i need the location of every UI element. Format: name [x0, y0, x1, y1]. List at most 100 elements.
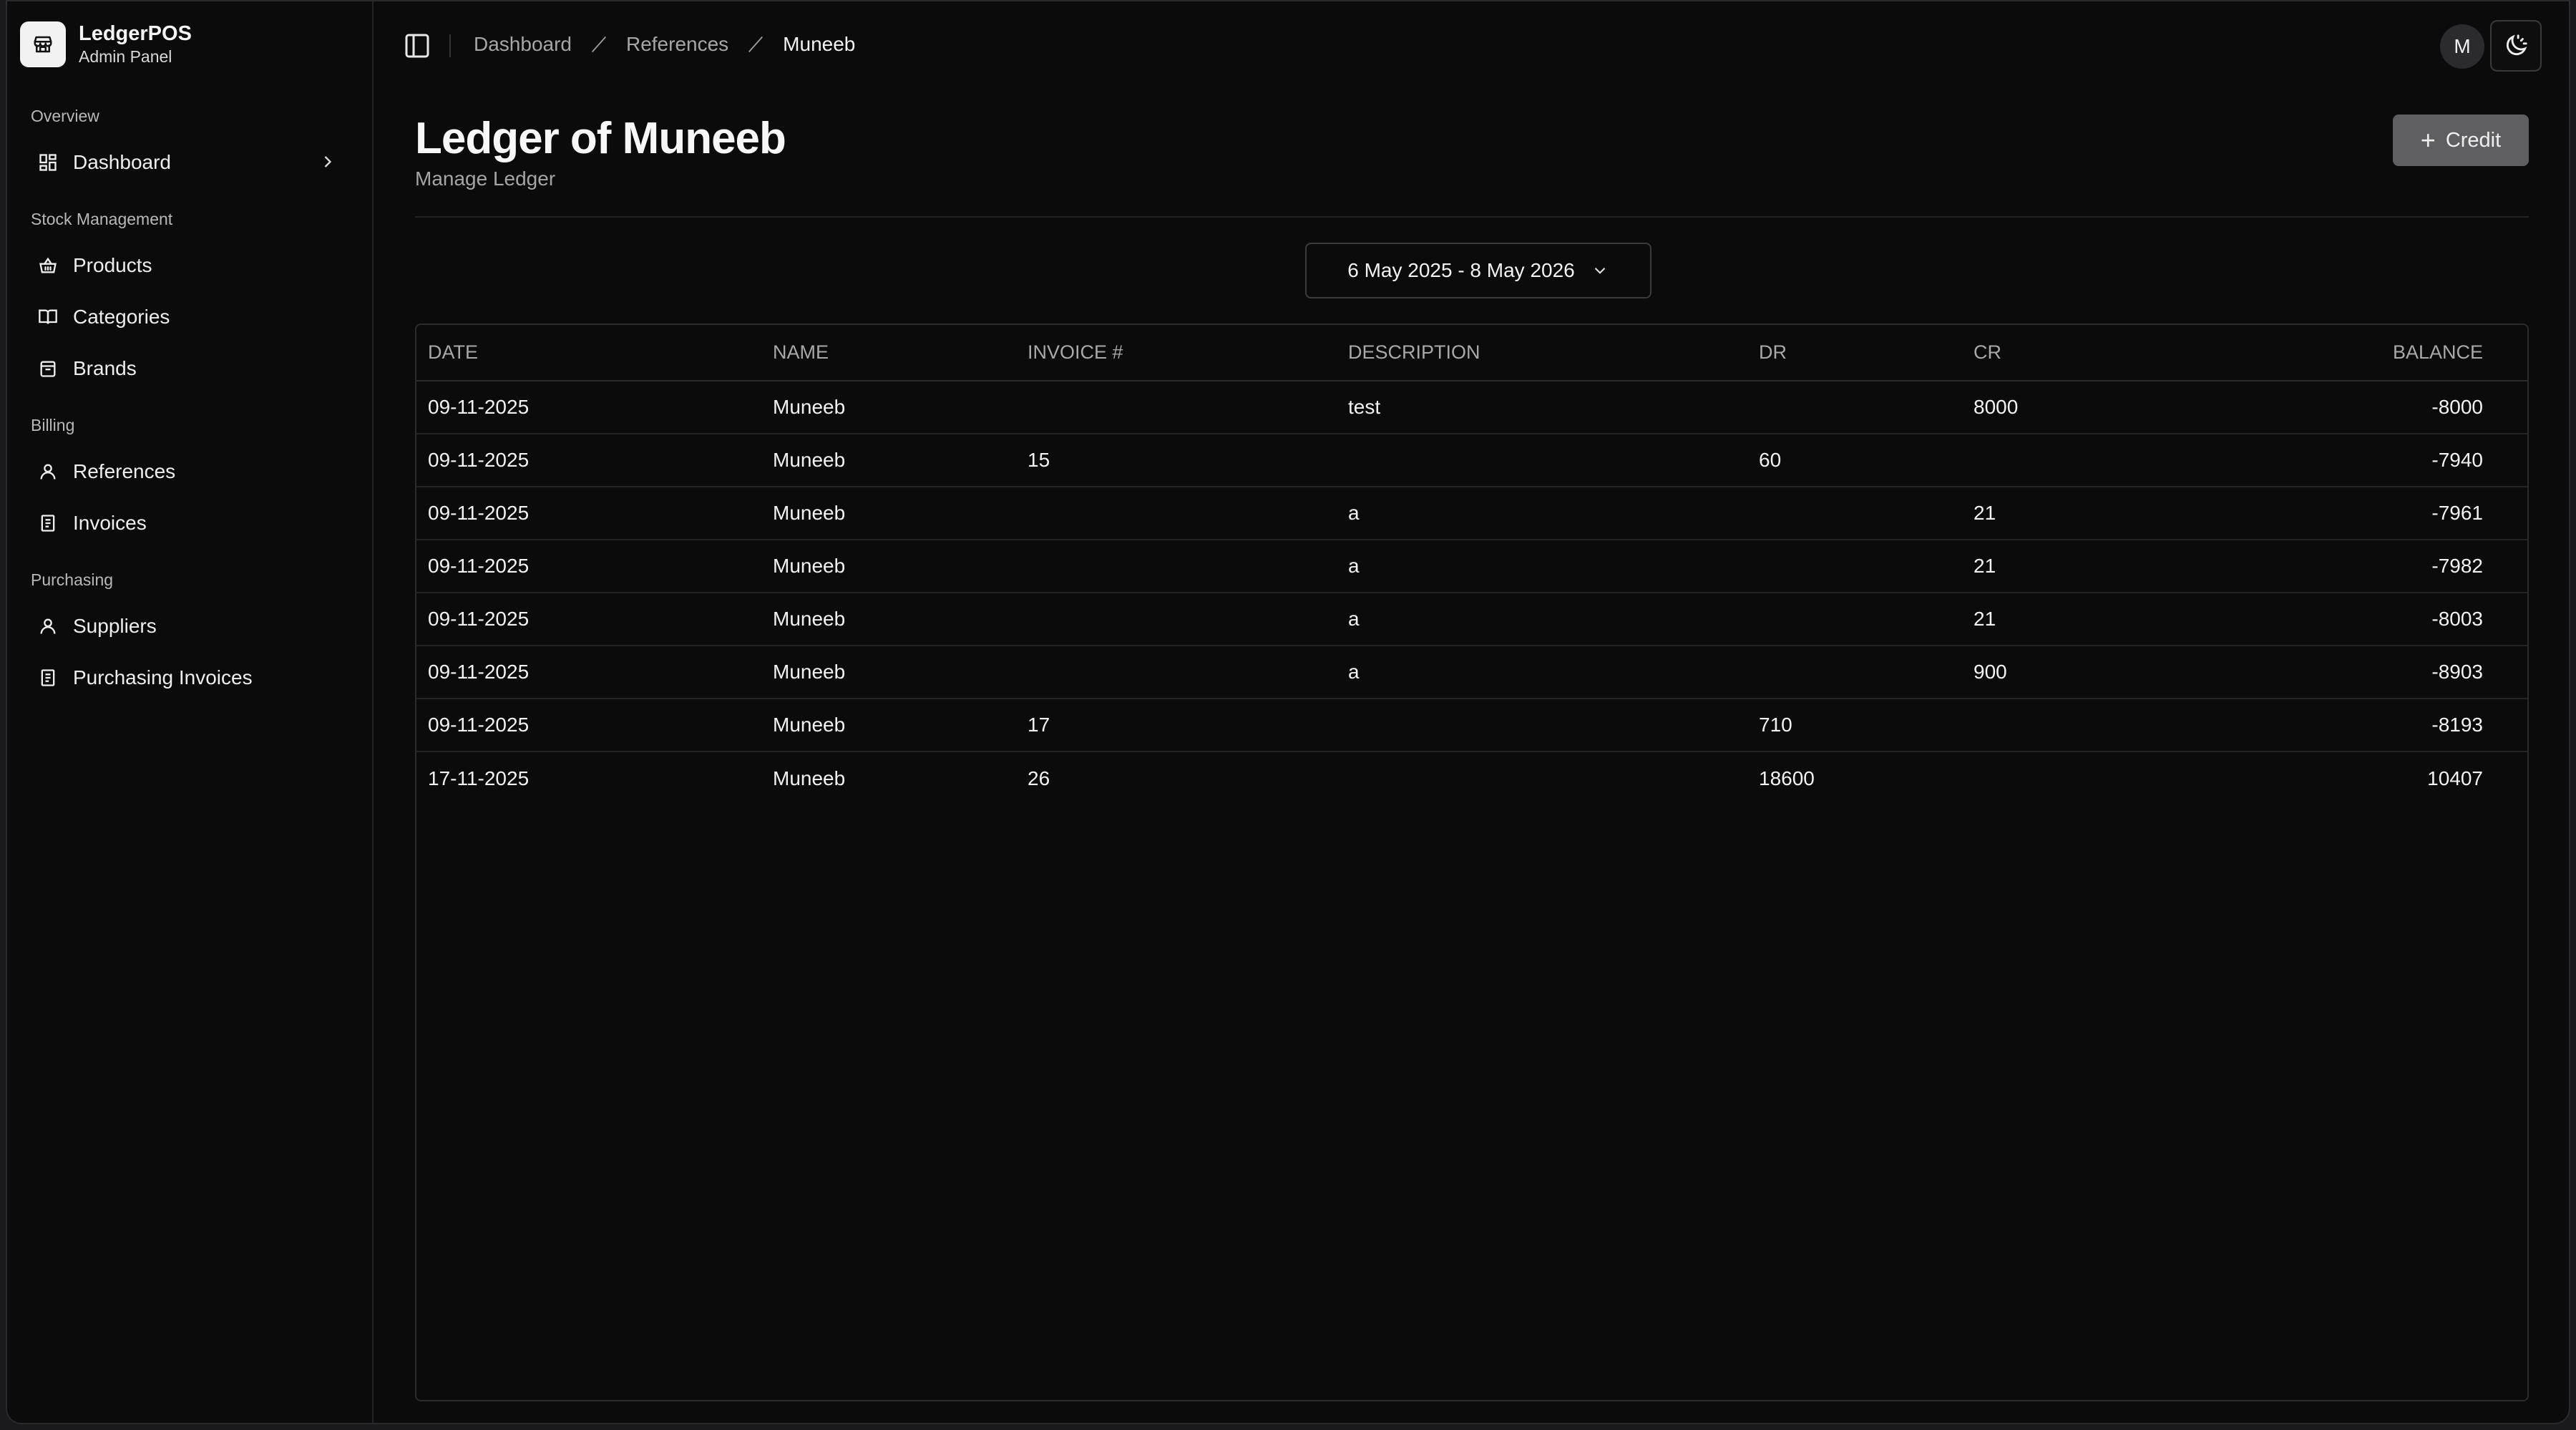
- nav-group-billing: Billing: [31, 416, 75, 434]
- cell-date: 09-11-2025: [416, 593, 761, 646]
- avatar[interactable]: M: [2440, 24, 2484, 69]
- brand-subtitle: Admin Panel: [79, 47, 172, 66]
- sidebar-item-label: Purchasing Invoices: [73, 666, 253, 689]
- breadcrumb: Dashboard References Muneeb: [474, 33, 855, 56]
- column-header-dr[interactable]: DR: [1747, 325, 1962, 381]
- date-range-value: 6 May 2025 - 8 May 2026: [1347, 259, 1575, 281]
- sidebar-item-brands[interactable]: Brands: [21, 346, 359, 391]
- column-header-date[interactable]: DATE: [416, 325, 761, 381]
- cell-dr: [1747, 646, 1962, 699]
- store-icon: [20, 21, 66, 67]
- table-row[interactable]: 09-11-2025 Muneeb a 21 -7982: [416, 540, 2527, 593]
- cell-date: 09-11-2025: [416, 434, 761, 487]
- sidebar-item-purchasing-invoices[interactable]: Purchasing Invoices: [21, 656, 359, 700]
- cell-dr: 60: [1747, 434, 1962, 487]
- sidebar-item-categories[interactable]: Categories: [21, 295, 359, 339]
- sidebar-item-label: Dashboard: [73, 151, 171, 173]
- table-row[interactable]: 09-11-2025 Muneeb a 21 -8003: [416, 593, 2527, 646]
- cell-name: Muneeb: [761, 699, 1016, 752]
- column-header-cr[interactable]: CR: [1962, 325, 2177, 381]
- topbar: Dashboard References Muneeb M: [375, 1, 2569, 90]
- sidebar-item-references[interactable]: References: [21, 449, 359, 494]
- brand[interactable]: LedgerPOS Admin Panel: [20, 21, 192, 67]
- cell-invoice: [1016, 381, 1337, 434]
- nav-group-overview: Overview: [31, 107, 99, 125]
- column-header-invoice[interactable]: INVOICE #: [1016, 325, 1337, 381]
- column-header-name[interactable]: NAME: [761, 325, 1016, 381]
- sidebar-item-label: Products: [73, 254, 152, 276]
- cell-date: 09-11-2025: [416, 540, 761, 593]
- chevron-down-icon: [1594, 267, 1606, 274]
- cell-cr: 21: [1962, 487, 2177, 540]
- table-row[interactable]: 09-11-2025 Muneeb a 900 -8903: [416, 646, 2527, 699]
- cell-invoice: 17: [1016, 699, 1337, 752]
- sidebar-item-invoices[interactable]: Invoices: [21, 501, 359, 545]
- app-window: LedgerPOS Admin Panel Overview Dashboard…: [6, 0, 2570, 1424]
- sidebar-item-label: Invoices: [73, 512, 147, 534]
- column-header-description[interactable]: DESCRIPTION: [1337, 325, 1747, 381]
- page-subtitle: Manage Ledger: [415, 167, 556, 190]
- table-header-row: DATE NAME INVOICE # DESCRIPTION DR CR BA…: [416, 325, 2527, 381]
- sidebar-item-dashboard[interactable]: Dashboard: [21, 140, 359, 185]
- cell-cr: [1962, 752, 2177, 804]
- credit-button[interactable]: + Credit: [2393, 115, 2529, 166]
- sidebar-item-products[interactable]: Products: [21, 243, 359, 288]
- slash-separator-icon: [748, 36, 763, 53]
- user-icon: [37, 616, 59, 637]
- column-header-balance[interactable]: BALANCE: [2177, 325, 2527, 381]
- sidebar-item-label: Brands: [73, 357, 137, 379]
- table-row[interactable]: 09-11-2025 Muneeb test 8000 -8000: [416, 381, 2527, 434]
- cell-balance: -8000: [2177, 381, 2527, 434]
- cell-invoice: [1016, 593, 1337, 646]
- cell-balance: -8903: [2177, 646, 2527, 699]
- table-row[interactable]: 09-11-2025 Muneeb 15 60 -7940: [416, 434, 2527, 487]
- plus-icon: +: [2420, 125, 2436, 155]
- date-range-picker[interactable]: 6 May 2025 - 8 May 2026: [1305, 243, 1652, 298]
- cell-dr: [1747, 487, 1962, 540]
- sidebar-toggle-icon[interactable]: [401, 30, 433, 62]
- brand-name: LedgerPOS: [79, 22, 192, 45]
- cell-invoice: 15: [1016, 434, 1337, 487]
- cell-description: a: [1337, 540, 1747, 593]
- table-row[interactable]: 09-11-2025 Muneeb 17 710 -8193: [416, 699, 2527, 752]
- cell-dr: [1747, 593, 1962, 646]
- cell-balance: -8193: [2177, 699, 2527, 752]
- cell-date: 17-11-2025: [428, 767, 530, 789]
- cell-description: test: [1337, 381, 1747, 434]
- cell-date: 09-11-2025: [416, 487, 761, 540]
- breadcrumb-references[interactable]: References: [626, 33, 728, 56]
- table-row[interactable]: 09-11-2025 Muneeb a 21 -7961: [416, 487, 2527, 540]
- user-icon: [37, 461, 59, 482]
- cell-description: a: [1337, 487, 1747, 540]
- cell-name: Muneeb: [761, 593, 1016, 646]
- cell-cr: [1962, 699, 2177, 752]
- book-open-icon: [37, 306, 59, 328]
- cell-dr: 18600: [1759, 767, 1815, 789]
- cell-date: 09-11-2025: [416, 646, 761, 699]
- table-row[interactable]: 17-11-2025 Muneeb 26 18600 10407: [416, 752, 2527, 804]
- cell-description: [1337, 699, 1747, 752]
- cell-description: a: [1337, 646, 1747, 699]
- cell-name: Muneeb: [773, 767, 846, 789]
- sidebar-item-label: Categories: [73, 306, 170, 328]
- sidebar-item-label: References: [73, 460, 176, 482]
- divider: [449, 34, 451, 57]
- sidebar-item-suppliers[interactable]: Suppliers: [21, 604, 359, 648]
- sidebar: LedgerPOS Admin Panel Overview Dashboard…: [7, 1, 374, 1423]
- cell-date: 09-11-2025: [416, 381, 761, 434]
- cell-balance: -7940: [2177, 434, 2527, 487]
- cell-name: Muneeb: [761, 487, 1016, 540]
- cell-invoice: [1016, 540, 1337, 593]
- theme-toggle-button[interactable]: [2490, 20, 2542, 72]
- ledger-table: DATE NAME INVOICE # DESCRIPTION DR CR BA…: [415, 324, 2529, 1401]
- cell-balance: -7982: [2177, 540, 2527, 593]
- cell-balance: -7961: [2177, 487, 2527, 540]
- cell-invoice: [1016, 487, 1337, 540]
- cell-invoice: 26: [1028, 767, 1050, 789]
- breadcrumb-dashboard[interactable]: Dashboard: [474, 33, 572, 56]
- cell-dr: [1747, 540, 1962, 593]
- moon-icon: [2506, 34, 2527, 56]
- slash-separator-icon: [591, 36, 607, 53]
- cell-date: 09-11-2025: [416, 699, 761, 752]
- cell-dr: 710: [1747, 699, 1962, 752]
